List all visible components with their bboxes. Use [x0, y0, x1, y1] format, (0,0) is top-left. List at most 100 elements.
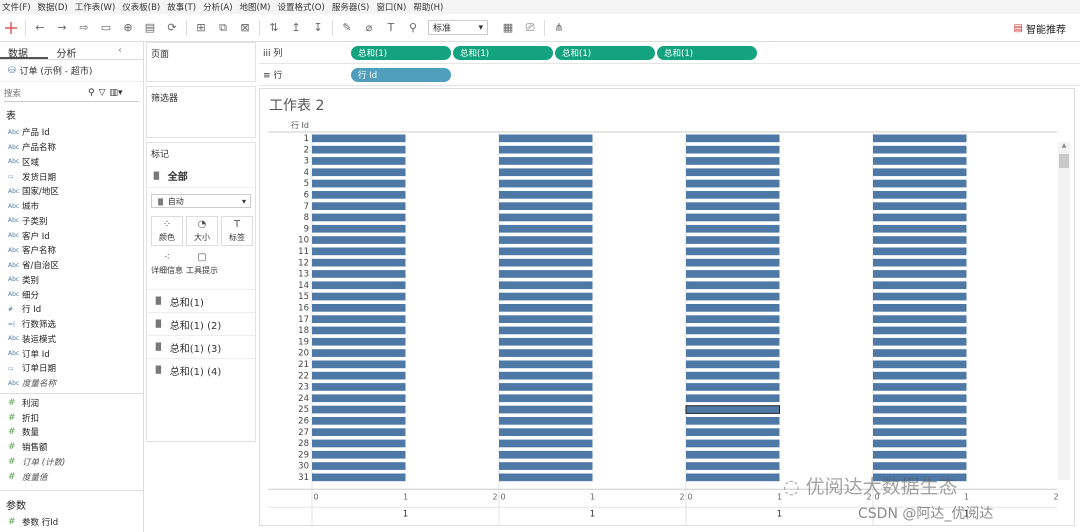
- scroll-thumb[interactable]: [1059, 154, 1069, 168]
- bar[interactable]: [499, 202, 593, 210]
- bar[interactable]: [686, 371, 780, 380]
- menu-item[interactable]: 窗口(N): [376, 1, 406, 13]
- bar[interactable]: [873, 462, 967, 470]
- bar[interactable]: [312, 270, 406, 278]
- measure-field[interactable]: # 数量: [0, 425, 143, 440]
- filters-card[interactable]: 筛选器: [146, 86, 256, 138]
- bar[interactable]: [873, 202, 967, 210]
- dimension-field[interactable]: Abc 产品 Id: [0, 125, 143, 140]
- bar[interactable]: [686, 349, 780, 357]
- bar[interactable]: [873, 394, 967, 403]
- bar[interactable]: [312, 326, 406, 335]
- menu-item[interactable]: 数据(D): [38, 1, 68, 13]
- mark-button-tooltip[interactable]: ▢ 工具提示: [186, 249, 218, 279]
- bar[interactable]: [686, 315, 780, 323]
- bar[interactable]: [873, 405, 967, 414]
- bar[interactable]: [686, 417, 780, 425]
- share-icon[interactable]: ⋔: [551, 20, 567, 36]
- bar[interactable]: [686, 179, 780, 188]
- bar[interactable]: [686, 281, 780, 290]
- sort-asc-icon[interactable]: ↥: [288, 20, 304, 36]
- bar[interactable]: [873, 349, 967, 357]
- bar[interactable]: [312, 224, 406, 233]
- bar[interactable]: [312, 168, 406, 177]
- bar[interactable]: [312, 157, 406, 165]
- measure-field[interactable]: # 利润: [0, 396, 143, 411]
- bar[interactable]: [686, 473, 780, 482]
- dimension-field[interactable]: Abc 客户 Id: [0, 228, 143, 243]
- bar[interactable]: [312, 371, 406, 380]
- bar[interactable]: [873, 417, 967, 425]
- undo-icon[interactable]: ←: [32, 20, 48, 36]
- bar[interactable]: [873, 179, 967, 188]
- collapse-icon[interactable]: ‹: [97, 42, 143, 59]
- parameter-field[interactable]: # 参数 行Id: [0, 515, 144, 530]
- mark-button-label[interactable]: T 标签: [221, 216, 253, 246]
- bar[interactable]: [312, 304, 406, 312]
- bar[interactable]: [873, 450, 967, 459]
- bar[interactable]: [686, 450, 780, 459]
- bar[interactable]: [499, 417, 593, 425]
- save-icon[interactable]: ▭: [98, 20, 114, 36]
- bar[interactable]: [312, 134, 406, 143]
- view-options-icon[interactable]: ▥▾: [110, 88, 123, 98]
- clear-icon[interactable]: ⊠: [237, 20, 253, 36]
- datasource[interactable]: ⛁ 订单 (示例 - 超市): [0, 60, 143, 82]
- bar[interactable]: [312, 191, 406, 199]
- bar[interactable]: [685, 405, 780, 414]
- bar[interactable]: [686, 428, 780, 436]
- bar[interactable]: [499, 337, 593, 346]
- bar[interactable]: [499, 191, 593, 199]
- mark-button-size[interactable]: ◔ 大小: [186, 216, 218, 246]
- measure-field[interactable]: # 销售额: [0, 440, 143, 455]
- menu-item[interactable]: 文件(F): [2, 1, 31, 13]
- column-pill[interactable]: 总和(1): [351, 45, 451, 60]
- dimension-field[interactable]: Abc 类别: [0, 273, 143, 288]
- bar[interactable]: [499, 281, 593, 290]
- bar[interactable]: [312, 247, 406, 256]
- bar[interactable]: [312, 281, 406, 290]
- bar[interactable]: [499, 157, 593, 165]
- bar[interactable]: [499, 145, 593, 154]
- menu-item[interactable]: 帮助(H): [413, 1, 443, 13]
- marks-measure-tab[interactable]: ▐▌ 总和(1) (4): [147, 358, 255, 381]
- marks-measure-tab[interactable]: ▐▌ 总和(1) (2): [147, 312, 255, 335]
- bar[interactable]: [499, 292, 593, 301]
- mark-type-select[interactable]: ▐▌ 自动 ▾: [151, 194, 251, 208]
- dimension-field[interactable]: =| 行数筛选: [0, 317, 143, 332]
- bar[interactable]: [686, 157, 780, 165]
- bar[interactable]: [686, 213, 780, 222]
- bar[interactable]: [686, 247, 780, 256]
- bar[interactable]: [873, 326, 967, 335]
- bar[interactable]: [499, 462, 593, 470]
- bar[interactable]: [312, 202, 406, 210]
- bar[interactable]: [499, 428, 593, 436]
- bar[interactable]: [499, 258, 593, 267]
- bar[interactable]: [499, 383, 593, 391]
- bar[interactable]: [312, 383, 406, 391]
- bar[interactable]: [499, 349, 593, 357]
- bar[interactable]: [686, 145, 780, 154]
- group-icon[interactable]: ⌀: [361, 20, 377, 36]
- redo-icon[interactable]: →: [54, 20, 70, 36]
- bar[interactable]: [312, 179, 406, 188]
- bar[interactable]: [312, 439, 406, 448]
- pause-icon[interactable]: ▤: [142, 20, 158, 36]
- dimension-field[interactable]: Abc 产品名称: [0, 140, 143, 155]
- bar[interactable]: [499, 315, 593, 323]
- bar[interactable]: [686, 337, 780, 346]
- bar[interactable]: [686, 304, 780, 312]
- bar[interactable]: [499, 450, 593, 459]
- pin-icon[interactable]: ⚲: [405, 20, 421, 36]
- bar[interactable]: [312, 462, 406, 470]
- bar[interactable]: [686, 191, 780, 199]
- bar[interactable]: [499, 473, 593, 482]
- bar[interactable]: [499, 179, 593, 188]
- dimension-field[interactable]: Abc 省/自治区: [0, 258, 143, 273]
- bar[interactable]: [499, 134, 593, 143]
- bar[interactable]: [686, 236, 780, 244]
- swap-axes-icon[interactable]: ⇅: [266, 20, 282, 36]
- tableau-logo-icon[interactable]: [3, 20, 19, 36]
- column-pill[interactable]: 总和(1): [453, 45, 553, 60]
- marks-measure-tab[interactable]: ▐▌ 总和(1) (3): [147, 335, 255, 358]
